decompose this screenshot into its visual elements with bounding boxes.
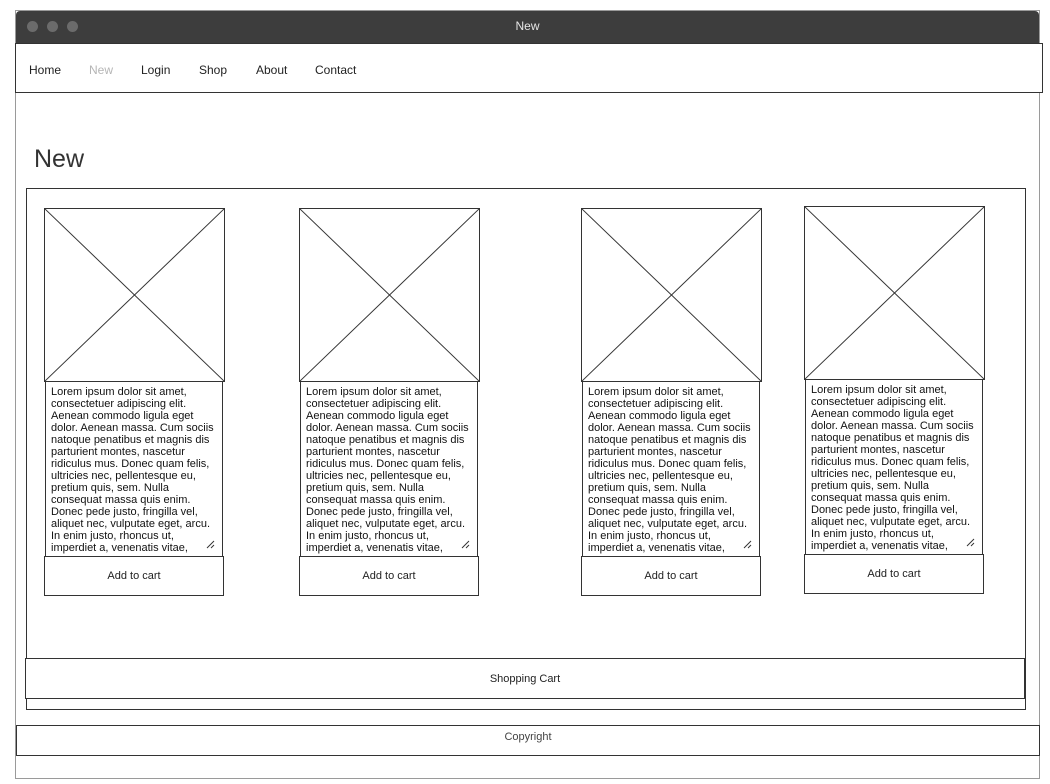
- resize-handle-icon[interactable]: [743, 540, 752, 549]
- nav-item-about[interactable]: About: [256, 63, 287, 77]
- shopping-cart-button[interactable]: Shopping Cart: [25, 658, 1025, 699]
- image-placeholder-icon: [300, 209, 479, 381]
- add-to-cart-button[interactable]: Add to cart: [44, 556, 224, 596]
- product-description-text: Lorem ipsum dolor sit amet, consectetuer…: [588, 386, 751, 554]
- page-title: New: [34, 145, 85, 173]
- resize-handle-icon[interactable]: [206, 540, 215, 549]
- nav-item-contact[interactable]: Contact: [315, 63, 356, 77]
- title-bar: New: [16, 11, 1039, 43]
- image-placeholder-icon: [805, 207, 984, 379]
- nav-item-login[interactable]: Login: [141, 63, 170, 77]
- image-placeholder-icon: [45, 209, 224, 381]
- footer-copyright: Copyright: [16, 725, 1040, 756]
- product-description-textarea[interactable]: Lorem ipsum dolor sit amet, consectetuer…: [582, 381, 760, 557]
- product-description-text: Lorem ipsum dolor sit amet, consectetuer…: [51, 386, 214, 554]
- nav-item-new[interactable]: New: [89, 63, 113, 77]
- product-image-placeholder: [44, 208, 225, 382]
- product-description-textarea[interactable]: Lorem ipsum dolor sit amet, consectetuer…: [300, 381, 478, 557]
- nav-item-home[interactable]: Home: [29, 63, 61, 77]
- image-placeholder-icon: [582, 209, 761, 381]
- add-to-cart-button[interactable]: Add to cart: [581, 556, 761, 596]
- product-description-textarea[interactable]: Lorem ipsum dolor sit amet, consectetuer…: [805, 379, 983, 555]
- resize-handle-icon[interactable]: [966, 538, 975, 547]
- product-description-text: Lorem ipsum dolor sit amet, consectetuer…: [811, 384, 974, 552]
- resize-handle-icon[interactable]: [461, 540, 470, 549]
- nav-item-shop[interactable]: Shop: [199, 63, 227, 77]
- add-to-cart-button[interactable]: Add to cart: [299, 556, 479, 596]
- add-to-cart-button[interactable]: Add to cart: [804, 554, 984, 594]
- product-description-textarea[interactable]: Lorem ipsum dolor sit amet, consectetuer…: [45, 381, 223, 557]
- product-description-text: Lorem ipsum dolor sit amet, consectetuer…: [306, 386, 469, 554]
- product-image-placeholder: [804, 206, 985, 380]
- window-title: New: [515, 19, 540, 33]
- nav-bar: Home New Login Shop About Contact: [15, 43, 1043, 93]
- product-image-placeholder: [581, 208, 762, 382]
- product-image-placeholder: [299, 208, 480, 382]
